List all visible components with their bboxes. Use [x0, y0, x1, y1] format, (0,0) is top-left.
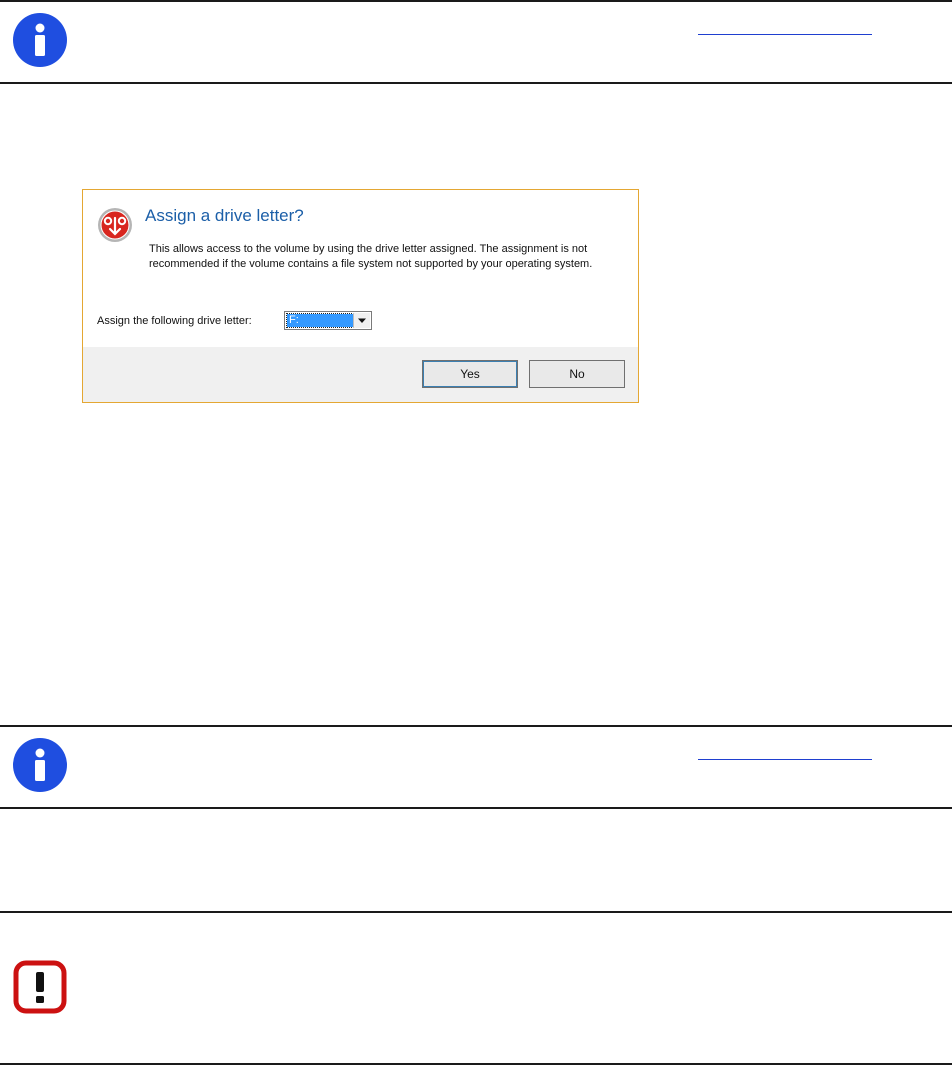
rule	[0, 82, 952, 84]
dialog-description: This allows access to the volume by usin…	[149, 243, 593, 270]
rule	[0, 807, 952, 809]
rule	[0, 725, 952, 727]
chevron-down-icon	[358, 318, 366, 323]
info-icon	[13, 738, 67, 792]
link-underline[interactable]	[698, 759, 872, 760]
drive-letter-select[interactable]: F:	[284, 311, 372, 330]
rule	[0, 1063, 952, 1065]
top-rule	[0, 0, 952, 2]
dropdown-button[interactable]	[353, 313, 370, 328]
drive-letter-label: Assign the following drive letter:	[97, 315, 252, 327]
link-underline[interactable]	[698, 34, 872, 35]
assign-drive-letter-dialog: Assign a drive letter? This allows acces…	[82, 189, 639, 403]
rule	[0, 911, 952, 913]
drive-letter-value: F:	[286, 313, 354, 328]
no-button[interactable]: No	[529, 360, 625, 388]
info-icon	[13, 13, 67, 67]
exclamation-icon	[13, 960, 67, 1014]
app-logo-icon	[98, 208, 132, 242]
dialog-title: Assign a drive letter?	[145, 206, 304, 225]
yes-button[interactable]: Yes	[422, 360, 518, 388]
